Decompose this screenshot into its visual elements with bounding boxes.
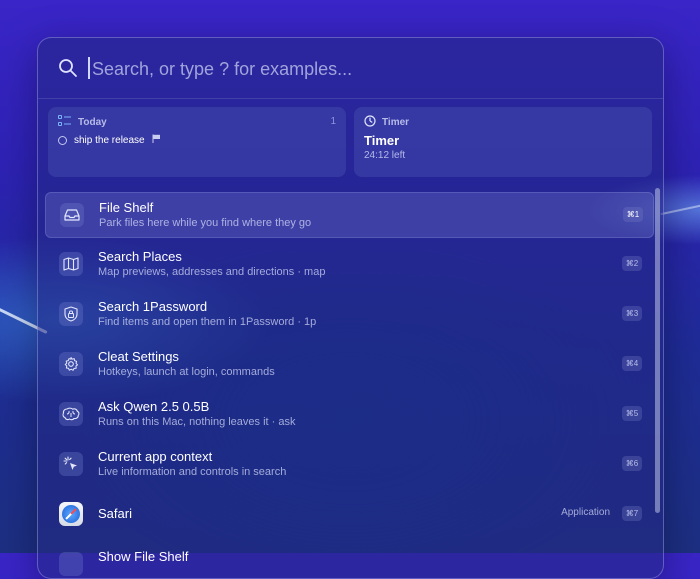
- result-subtitle: Hotkeys, launch at login, commands: [98, 366, 275, 378]
- gear-icon: [59, 352, 83, 376]
- result-subtitle: Park files here while you find where the…: [99, 217, 312, 229]
- shortcut-badge: ⌘1: [623, 207, 643, 222]
- inbox-tray-icon: [59, 552, 83, 576]
- search-icon: [58, 58, 78, 78]
- result-search-1password[interactable]: Search 1Password Find items and open the…: [45, 292, 652, 336]
- result-title: Current app context: [98, 449, 213, 464]
- result-file-shelf[interactable]: File Shelf Park files here while you fin…: [45, 192, 654, 238]
- safari-icon: [59, 502, 83, 526]
- result-title: Cleat Settings: [98, 349, 179, 364]
- timer-widget[interactable]: Timer Timer 24:12 left: [354, 107, 652, 177]
- flag-icon: [152, 134, 161, 146]
- timer-widget-header: Timer: [364, 115, 409, 130]
- todo-checkbox[interactable]: [58, 135, 67, 145]
- search-bar: [38, 38, 663, 99]
- todo-text: ship the release: [74, 134, 145, 146]
- result-title: Search Places: [98, 249, 182, 264]
- result-search-places[interactable]: Search Places Map previews, addresses an…: [45, 242, 652, 286]
- result-ask-qwen[interactable]: Ask Qwen 2.5 0.5B Runs on this Mac, noth…: [45, 392, 652, 436]
- timer-remaining: 24:12 left: [364, 150, 406, 161]
- lock-shield-icon: [59, 302, 83, 326]
- today-widget[interactable]: Today 1 ship the release: [48, 107, 346, 177]
- result-subtitle: Runs on this Mac, nothing leaves it · as…: [98, 416, 296, 428]
- shortcut-badge: ⌘2: [622, 256, 642, 271]
- result-title: Show File Shelf: [98, 549, 189, 564]
- search-input[interactable]: [90, 52, 634, 86]
- timer-label: Timer: [382, 117, 410, 128]
- map-icon: [59, 252, 83, 276]
- shortcut-badge: ⌘5: [622, 406, 642, 421]
- shortcut-badge: ⌘4: [622, 356, 642, 371]
- result-title: Ask Qwen 2.5 0.5B: [98, 399, 210, 414]
- wallpaper-streak: [660, 202, 700, 216]
- result-title: File Shelf: [99, 200, 154, 215]
- shortcut-badge: ⌘7: [622, 506, 642, 521]
- result-cleat-settings[interactable]: Cleat Settings Hotkeys, launch at login,…: [45, 342, 652, 386]
- result-show-file-shelf[interactable]: Show File Shelf: [45, 542, 652, 578]
- timer-icon: [364, 115, 376, 130]
- result-subtitle: Live information and controls in search: [98, 466, 287, 478]
- today-widget-header: Today: [58, 115, 107, 130]
- result-subtitle: Find items and open them in 1Password · …: [98, 316, 317, 328]
- scrollbar[interactable]: [655, 188, 660, 513]
- result-subtitle: Map previews, addresses and directions ·…: [98, 266, 326, 278]
- todo-item[interactable]: ship the release: [58, 134, 161, 146]
- launcher-panel: Today 1 ship the release Timer Timer 24:…: [37, 37, 664, 579]
- result-current-app-context[interactable]: Current app context Live information and…: [45, 442, 652, 486]
- sparkle-cursor-icon: [59, 452, 83, 476]
- today-label: Today: [78, 117, 107, 128]
- result-title: Search 1Password: [98, 299, 208, 314]
- brain-icon: [59, 402, 83, 426]
- result-kind: Application: [561, 507, 610, 518]
- result-title: Safari: [98, 506, 132, 521]
- result-safari[interactable]: Safari Application ⌘7: [45, 492, 652, 536]
- shortcut-badge: ⌘3: [622, 306, 642, 321]
- checklist-icon: [58, 115, 72, 130]
- today-count: 1: [330, 116, 336, 127]
- timer-title: Timer: [364, 133, 400, 148]
- shortcut-badge: ⌘6: [622, 456, 642, 471]
- inbox-tray-icon: [60, 203, 84, 227]
